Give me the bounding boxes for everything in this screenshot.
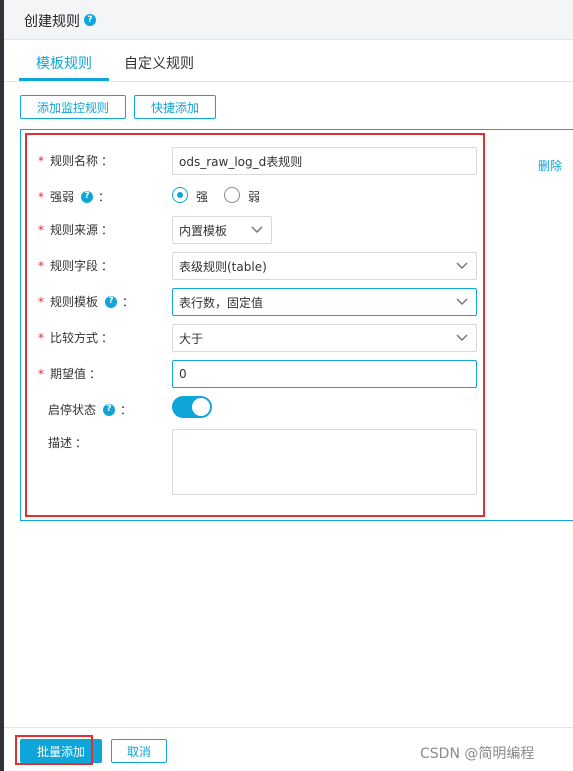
required-mark: * [38, 258, 44, 273]
left-sidebar-edge [0, 0, 4, 771]
cancel-button[interactable]: 取消 [111, 739, 167, 763]
description-label: 描述： [48, 436, 88, 450]
rule-source-select[interactable]: 内置模板 [172, 216, 272, 244]
add-monitor-rule-button[interactable]: 添加监控规则 [20, 95, 126, 119]
tab-custom-rules[interactable]: 自定义规则 [124, 53, 194, 73]
compare-method-select[interactable]: 大于 [172, 324, 477, 352]
rule-name-input[interactable]: ods_raw_log_d表规则 [172, 147, 477, 175]
rule-template-select[interactable]: 表行数，固定值 [172, 288, 477, 316]
strength-weak-label: 弱 [248, 190, 261, 204]
chevron-down-icon [251, 226, 263, 234]
required-mark: * [38, 366, 44, 381]
dialog-header: 创建规则 ? [4, 0, 573, 40]
required-mark: * [38, 222, 44, 237]
strength-label: * 强弱 ? ： [38, 189, 111, 205]
delete-rule-link[interactable]: 删除 [538, 157, 562, 174]
dialog-title: 创建规则 [24, 14, 80, 30]
rule-name-label: * 规则名称： [38, 153, 114, 169]
enable-status-label: 启停状态 ? ： [48, 403, 133, 417]
chevron-down-icon [456, 262, 468, 270]
strength-strong-radio[interactable] [172, 187, 188, 203]
required-mark: * [38, 153, 44, 168]
question-icon[interactable]: ? [105, 295, 118, 308]
required-mark: * [38, 189, 44, 204]
rule-field-select[interactable]: 表级规则(table) [172, 252, 477, 280]
chevron-down-icon [456, 334, 468, 342]
expected-value-input[interactable]: 0 [172, 360, 477, 388]
footer-divider [4, 727, 573, 728]
quick-add-button[interactable]: 快捷添加 [134, 95, 216, 119]
strength-strong-label: 强 [196, 190, 209, 204]
chevron-down-icon [456, 298, 468, 306]
watermark: CSDN @简明编程 [420, 746, 535, 762]
description-textarea[interactable] [172, 429, 477, 495]
required-mark: * [38, 294, 44, 309]
rule-tabs: 模板规则 自定义规则 [4, 41, 573, 82]
compare-method-label: * 比较方式： [38, 330, 114, 346]
active-tab-indicator [19, 78, 109, 81]
question-icon[interactable]: ? [81, 190, 94, 203]
rule-template-label: * 规则模板 ? ： [38, 294, 135, 310]
tab-template-rules[interactable]: 模板规则 [36, 53, 92, 73]
question-icon[interactable]: ? [84, 14, 96, 26]
toggle-knob [192, 398, 210, 416]
required-mark: * [38, 330, 44, 345]
expected-value-label: * 期望值： [38, 366, 102, 382]
strength-weak-radio[interactable] [224, 187, 240, 203]
rule-field-label: * 规则字段： [38, 258, 114, 274]
enable-status-toggle[interactable] [172, 396, 212, 418]
rule-source-label: * 规则来源： [38, 222, 114, 238]
batch-add-button[interactable]: 批量添加 [20, 739, 102, 763]
question-icon[interactable]: ? [103, 403, 116, 416]
